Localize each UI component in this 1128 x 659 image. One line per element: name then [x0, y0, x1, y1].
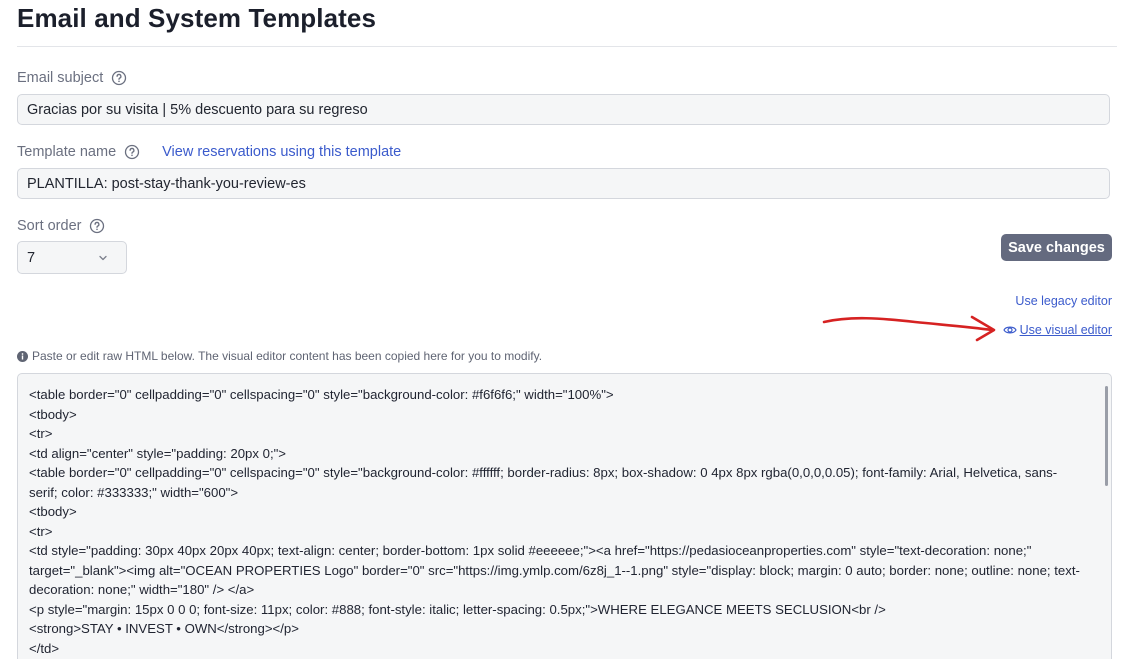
- help-icon[interactable]: [111, 70, 127, 86]
- email-subject-label-row: Email subject: [17, 70, 127, 86]
- code-line: </td>: [29, 640, 60, 656]
- code-line: <table border="0" cellpadding="0" cellsp…: [29, 465, 1058, 500]
- info-text: Paste or edit raw HTML below. The visual…: [32, 349, 543, 363]
- view-reservations-link[interactable]: View reservations using this template: [162, 144, 401, 160]
- chevron-down-icon: [97, 252, 109, 264]
- email-subject-label: Email subject: [17, 70, 104, 86]
- eye-icon: [1002, 323, 1017, 337]
- save-changes-button[interactable]: Save changes: [1001, 234, 1112, 261]
- code-line: <td align="center" style="padding: 20px …: [29, 445, 287, 461]
- code-line: <tbody>: [29, 406, 77, 422]
- editor-scrollbar[interactable]: [1105, 386, 1108, 486]
- help-icon[interactable]: [124, 144, 140, 160]
- code-line: <strong>STAY • INVEST • OWN</strong></p>: [29, 621, 299, 636]
- code-line: <tr>: [29, 426, 53, 441]
- code-line: <table border="0" cellpadding="0" cellsp…: [29, 387, 614, 402]
- email-subject-input[interactable]: Gracias por su visita | 5% descuento par…: [17, 94, 1110, 125]
- sort-order-label-row: Sort order: [17, 218, 105, 234]
- title-divider: [17, 46, 1117, 47]
- template-name-input[interactable]: PLANTILLA: post-stay-thank-you-review-es: [17, 168, 1110, 199]
- html-code-editor[interactable]: <table border="0" cellpadding="0" cellsp…: [17, 373, 1112, 659]
- info-circle-icon: [17, 350, 28, 362]
- use-legacy-editor-link[interactable]: Use legacy editor: [1015, 294, 1112, 308]
- sort-order-select[interactable]: 7: [17, 241, 127, 274]
- code-line: <td style="padding: 30px 40px 20px 40px;…: [29, 543, 1080, 597]
- code-line: <tr>: [29, 523, 53, 539]
- page-title: Email and System Templates: [17, 3, 377, 33]
- use-visual-editor-label: Use visual editor: [1019, 323, 1112, 337]
- annotation-arrow: [822, 315, 996, 342]
- info-note: Paste or edit raw HTML below. The visual…: [17, 349, 542, 363]
- sort-order-label: Sort order: [17, 218, 82, 234]
- sort-order-value: 7: [27, 249, 36, 266]
- code-line: <tbody>: [29, 504, 77, 519]
- code-line: <p style="margin: 15px 0 0 0; font-size:…: [29, 601, 886, 617]
- templates-page: Email and System Templates Email subject…: [0, 0, 1128, 659]
- help-icon[interactable]: [89, 218, 105, 234]
- use-visual-editor-link[interactable]: Use visual editor: [1002, 323, 1112, 337]
- template-name-label: Template name: [17, 144, 117, 160]
- template-name-label-row: Template name View reservations using th…: [17, 144, 401, 160]
